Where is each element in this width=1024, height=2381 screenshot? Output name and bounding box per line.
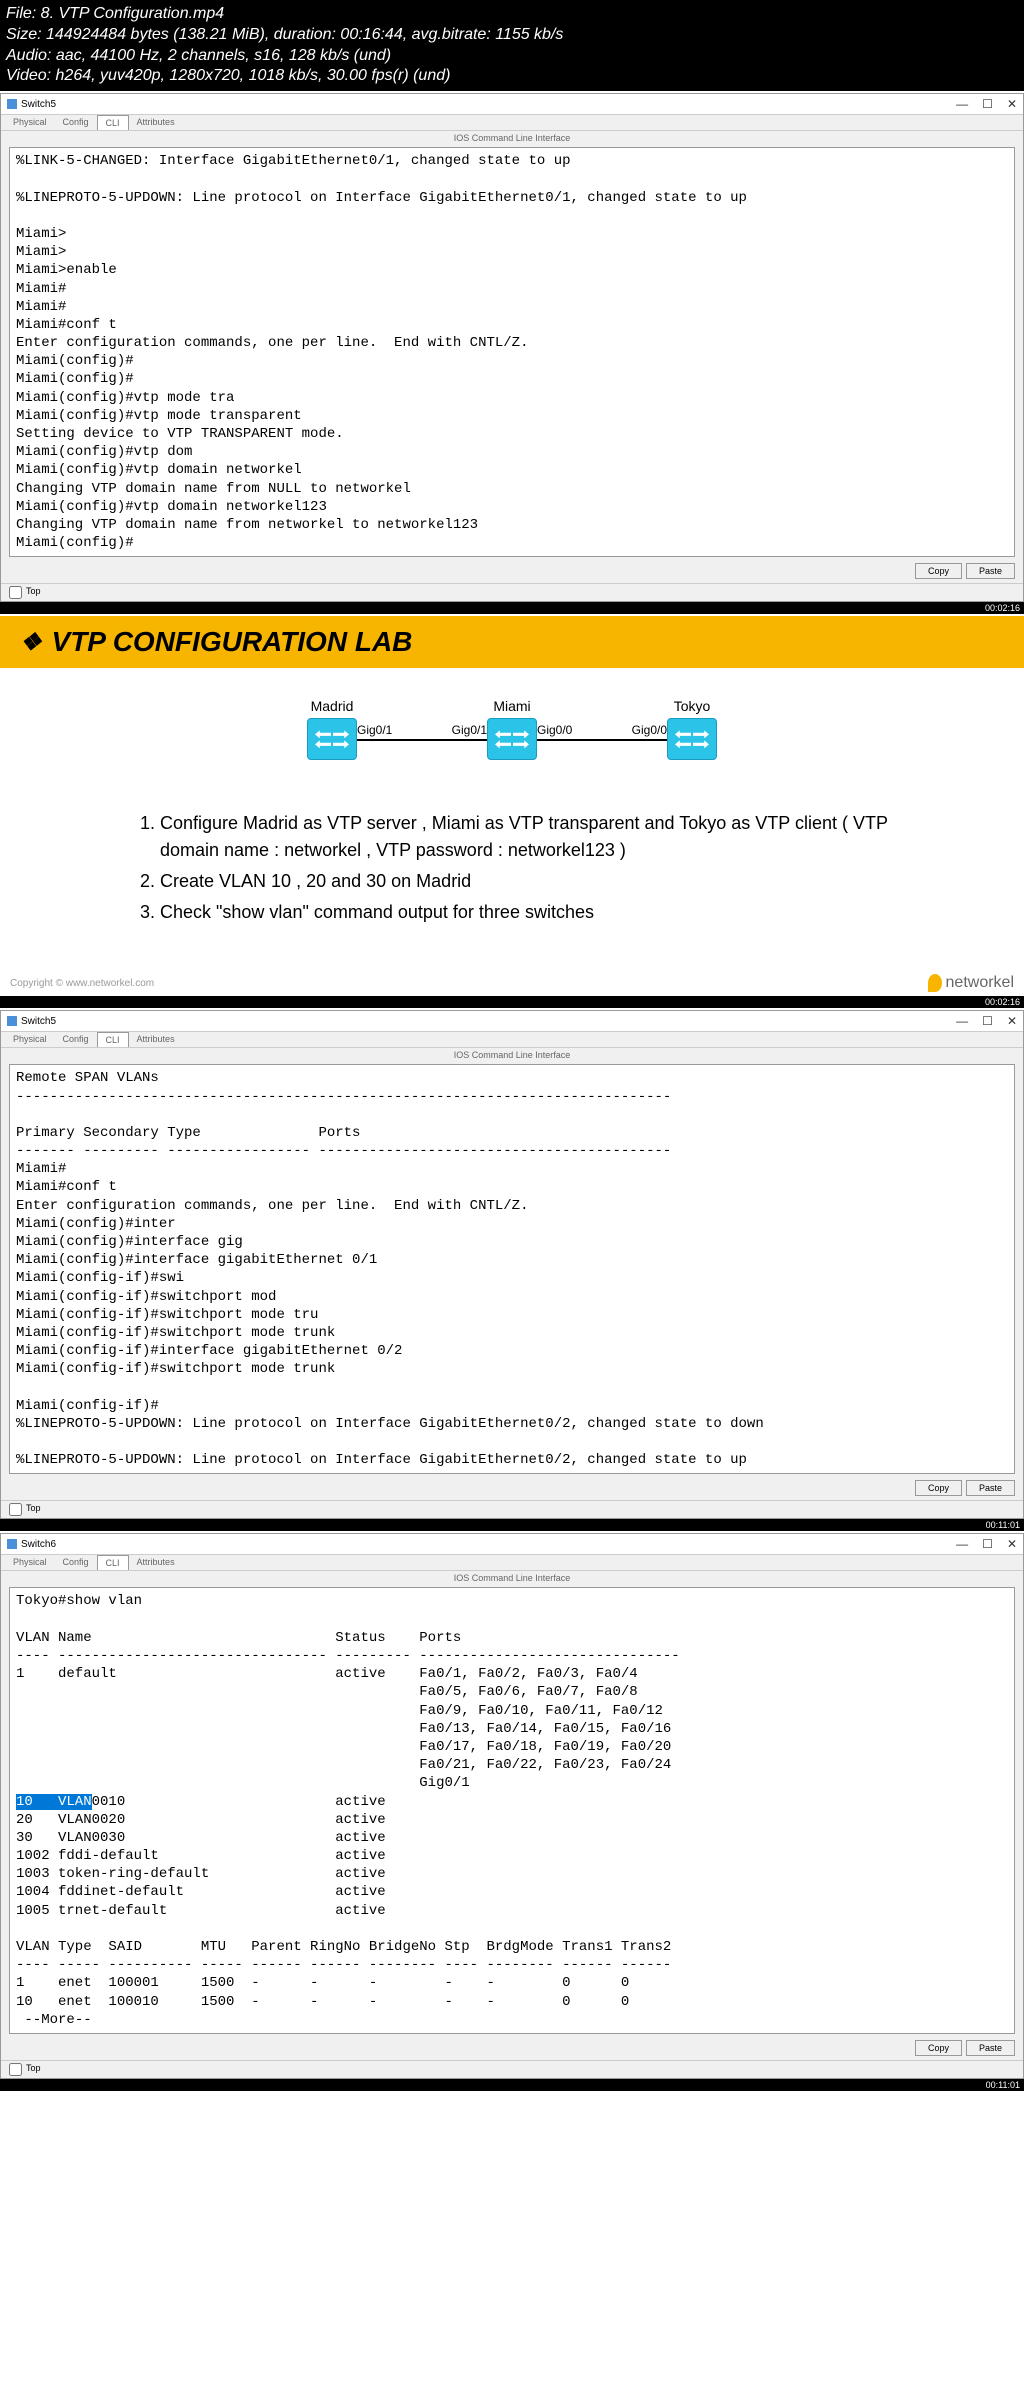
cli-output[interactable]: Tokyo#show vlan VLAN Name Status Ports -…	[9, 1587, 1015, 2034]
copy-button[interactable]: Copy	[915, 563, 962, 579]
tab-bar: Physical Config CLI Attributes	[1, 1032, 1023, 1048]
maximize-button[interactable]: ☐	[982, 97, 993, 111]
top-label: Top	[26, 586, 41, 599]
topology-diagram: Madrid Gig0/1 Gig0/1 Miami Gig0/0 Gig0/0…	[0, 668, 1024, 780]
titlebar[interactable]: Switch6 — ☐ ✕	[1, 1534, 1023, 1555]
size-line: Size: 144924484 bytes (138.21 MiB), dura…	[6, 25, 1018, 46]
cli-output[interactable]: Remote SPAN VLANs ----------------------…	[9, 1064, 1015, 1474]
top-checkbox[interactable]	[9, 586, 22, 599]
tab-cli[interactable]: CLI	[97, 1555, 129, 1570]
cli-header: IOS Command Line Interface	[1, 1048, 1023, 1062]
maximize-button[interactable]: ☐	[982, 1014, 993, 1028]
top-label: Top	[26, 2063, 41, 2076]
switch-icon-tokyo	[667, 718, 717, 760]
tab-physical[interactable]: Physical	[5, 1032, 55, 1047]
link-miami-tokyo: Gig0/0 Gig0/0	[537, 739, 667, 741]
minimize-button[interactable]: —	[956, 1537, 968, 1551]
titlebar[interactable]: Switch5 — ☐ ✕	[1, 1011, 1023, 1032]
maximize-button[interactable]: ☐	[982, 1537, 993, 1551]
timestamp-3: 00:11:01	[0, 1519, 1024, 1531]
tab-attributes[interactable]: Attributes	[129, 1032, 183, 1047]
switch5-window-2: Switch5 — ☐ ✕ Physical Config CLI Attrib…	[0, 1010, 1024, 1519]
close-button[interactable]: ✕	[1007, 1537, 1017, 1551]
switch-icon	[7, 1016, 17, 1026]
close-button[interactable]: ✕	[1007, 97, 1017, 111]
top-label: Top	[26, 1503, 41, 1516]
window-title: Switch6	[21, 1539, 56, 1550]
tab-config[interactable]: Config	[55, 1555, 97, 1570]
audio-line: Audio: aac, 44100 Hz, 2 channels, s16, 1…	[6, 46, 1018, 67]
close-button[interactable]: ✕	[1007, 1014, 1017, 1028]
tab-config[interactable]: Config	[55, 1032, 97, 1047]
link-madrid-miami: Gig0/1 Gig0/1	[357, 739, 487, 741]
networkel-logo: networkel	[928, 974, 1014, 992]
tab-physical[interactable]: Physical	[5, 1555, 55, 1570]
file-info-header: File: 8. VTP Configuration.mp4 Size: 144…	[0, 0, 1024, 91]
node-tokyo: Tokyo	[667, 698, 717, 760]
cli-highlighted: 10 VLAN	[16, 1794, 92, 1810]
node-miami: Miami	[487, 698, 537, 760]
switch-icon-madrid	[307, 718, 357, 760]
tab-attributes[interactable]: Attributes	[129, 115, 183, 130]
minimize-button[interactable]: —	[956, 97, 968, 111]
logo-pin-icon	[928, 974, 942, 992]
titlebar[interactable]: Switch5 — ☐ ✕	[1, 94, 1023, 115]
timestamp-2: 00:02:16	[0, 996, 1024, 1008]
top-checkbox[interactable]	[9, 2063, 22, 2076]
cli-output[interactable]: %LINK-5-CHANGED: Interface GigabitEthern…	[9, 147, 1015, 557]
tab-bar: Physical Config CLI Attributes	[1, 1555, 1023, 1571]
tab-config[interactable]: Config	[55, 115, 97, 130]
tab-attributes[interactable]: Attributes	[129, 1555, 183, 1570]
instruction-3: Check "show vlan" command output for thr…	[160, 899, 924, 926]
window-title: Switch5	[21, 99, 56, 110]
cli-pre: Tokyo#show vlan VLAN Name Status Ports -…	[16, 1593, 680, 1791]
window-title: Switch5	[21, 1016, 56, 1027]
copy-button[interactable]: Copy	[915, 2040, 962, 2056]
instruction-1: Configure Madrid as VTP server , Miami a…	[160, 810, 924, 864]
tab-cli[interactable]: CLI	[97, 1032, 129, 1047]
switch5-window-1: Switch5 — ☐ ✕ Physical Config CLI Attrib…	[0, 93, 1024, 602]
timestamp-1: 00:02:16	[0, 602, 1024, 614]
tab-cli[interactable]: CLI	[97, 115, 129, 130]
cli-post: 0010 active 20 VLAN0020 active 30 VLAN00…	[16, 1794, 671, 2028]
copy-button[interactable]: Copy	[915, 1480, 962, 1496]
tab-physical[interactable]: Physical	[5, 115, 55, 130]
paste-button[interactable]: Paste	[966, 1480, 1015, 1496]
video-line: Video: h264, yuv420p, 1280x720, 1018 kb/…	[6, 66, 1018, 87]
instructions: Configure Madrid as VTP server , Miami a…	[0, 780, 1024, 970]
tab-bar: Physical Config CLI Attributes	[1, 115, 1023, 131]
switch-icon	[7, 1539, 17, 1549]
timestamp-4: 00:11:01	[0, 2079, 1024, 2091]
slide-vtp-lab: ❖ VTP CONFIGURATION LAB Madrid Gig0/1 Gi…	[0, 616, 1024, 996]
cli-header: IOS Command Line Interface	[1, 1571, 1023, 1585]
switch-icon-miami	[487, 718, 537, 760]
switch6-window: Switch6 — ☐ ✕ Physical Config CLI Attrib…	[0, 1533, 1024, 2079]
switch-icon	[7, 99, 17, 109]
slide-title: VTP CONFIGURATION LAB	[52, 626, 413, 658]
diamond-icon: ❖	[20, 628, 42, 657]
minimize-button[interactable]: —	[956, 1014, 968, 1028]
file-line: File: 8. VTP Configuration.mp4	[6, 4, 1018, 25]
paste-button[interactable]: Paste	[966, 2040, 1015, 2056]
top-checkbox[interactable]	[9, 1503, 22, 1516]
node-madrid: Madrid	[307, 698, 357, 760]
cli-header: IOS Command Line Interface	[1, 131, 1023, 145]
slide-title-bar: ❖ VTP CONFIGURATION LAB	[0, 616, 1024, 668]
instruction-2: Create VLAN 10 , 20 and 30 on Madrid	[160, 868, 924, 895]
copyright: Copyright © www.networkel.com	[10, 978, 154, 989]
paste-button[interactable]: Paste	[966, 563, 1015, 579]
